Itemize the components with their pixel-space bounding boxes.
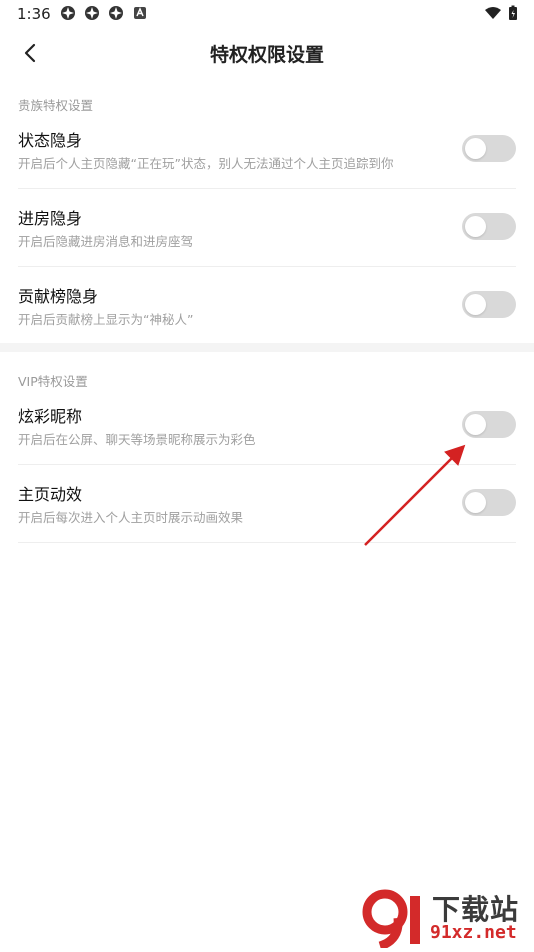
toggle-knob xyxy=(465,216,486,237)
setting-description: 开启后隐藏进房消息和进房座驾 xyxy=(18,234,194,249)
setting-row-status-stealth[interactable]: 状态隐身 开启后个人主页隐藏“正在玩”状态，别人无法通过个人主页追踪到你 xyxy=(18,110,516,189)
status-stealth-toggle[interactable] xyxy=(462,135,516,162)
setting-title: 状态隐身 xyxy=(18,131,83,150)
setting-description: 开启后在公屏、聊天等场景昵称展示为彩色 xyxy=(18,432,256,447)
setting-title: 进房隐身 xyxy=(18,209,83,228)
toggle-knob xyxy=(465,414,486,435)
setting-description: 开启后个人主页隐藏“正在玩”状态，别人无法通过个人主页追踪到你 xyxy=(18,156,394,171)
app-header: 特权权限设置 xyxy=(0,28,534,78)
status-notification-icons xyxy=(60,5,148,21)
setting-row-colorful-nickname[interactable]: 炫彩昵称 开启后在公屏、聊天等场景昵称展示为彩色 xyxy=(18,386,516,465)
page-title: 特权权限设置 xyxy=(209,44,324,66)
status-bar: 1:36 xyxy=(0,0,534,28)
setting-title: 贡献榜隐身 xyxy=(18,287,99,306)
status-system-icons xyxy=(484,5,518,21)
watermark-logo: 下载站 91xz.net xyxy=(360,888,530,951)
leaderboard-stealth-toggle[interactable] xyxy=(462,291,516,318)
app-icon xyxy=(85,6,99,20)
status-time: 1:36 xyxy=(17,5,51,23)
setting-row-enter-room-stealth[interactable]: 进房隐身 开启后隐藏进房消息和进房座驾 xyxy=(18,188,516,267)
enter-room-stealth-toggle[interactable] xyxy=(462,213,516,240)
toggle-knob xyxy=(465,138,486,159)
section-divider xyxy=(0,343,534,352)
toggle-knob xyxy=(465,492,486,513)
battery-icon xyxy=(509,5,517,20)
homepage-animation-toggle[interactable] xyxy=(462,489,516,516)
notification-icon xyxy=(134,7,146,19)
app-icon xyxy=(109,6,123,20)
setting-row-homepage-animation[interactable]: 主页动效 开启后每次进入个人主页时展示动画效果 xyxy=(18,464,516,543)
setting-title: 主页动效 xyxy=(18,485,83,504)
setting-description: 开启后贡献榜上显示为“神秘人” xyxy=(18,312,194,327)
app-icon xyxy=(61,6,75,20)
setting-description: 开启后每次进入个人主页时展示动画效果 xyxy=(18,510,244,525)
setting-title: 炫彩昵称 xyxy=(18,407,83,426)
toggle-knob xyxy=(465,294,486,315)
setting-row-leaderboard-stealth[interactable]: 贡献榜隐身 开启后贡献榜上显示为“神秘人” xyxy=(18,266,516,344)
colorful-nickname-toggle[interactable] xyxy=(462,411,516,438)
wifi-icon xyxy=(485,7,501,19)
watermark-emblem-icon xyxy=(362,889,420,951)
watermark-url: 91xz.net xyxy=(430,922,517,943)
